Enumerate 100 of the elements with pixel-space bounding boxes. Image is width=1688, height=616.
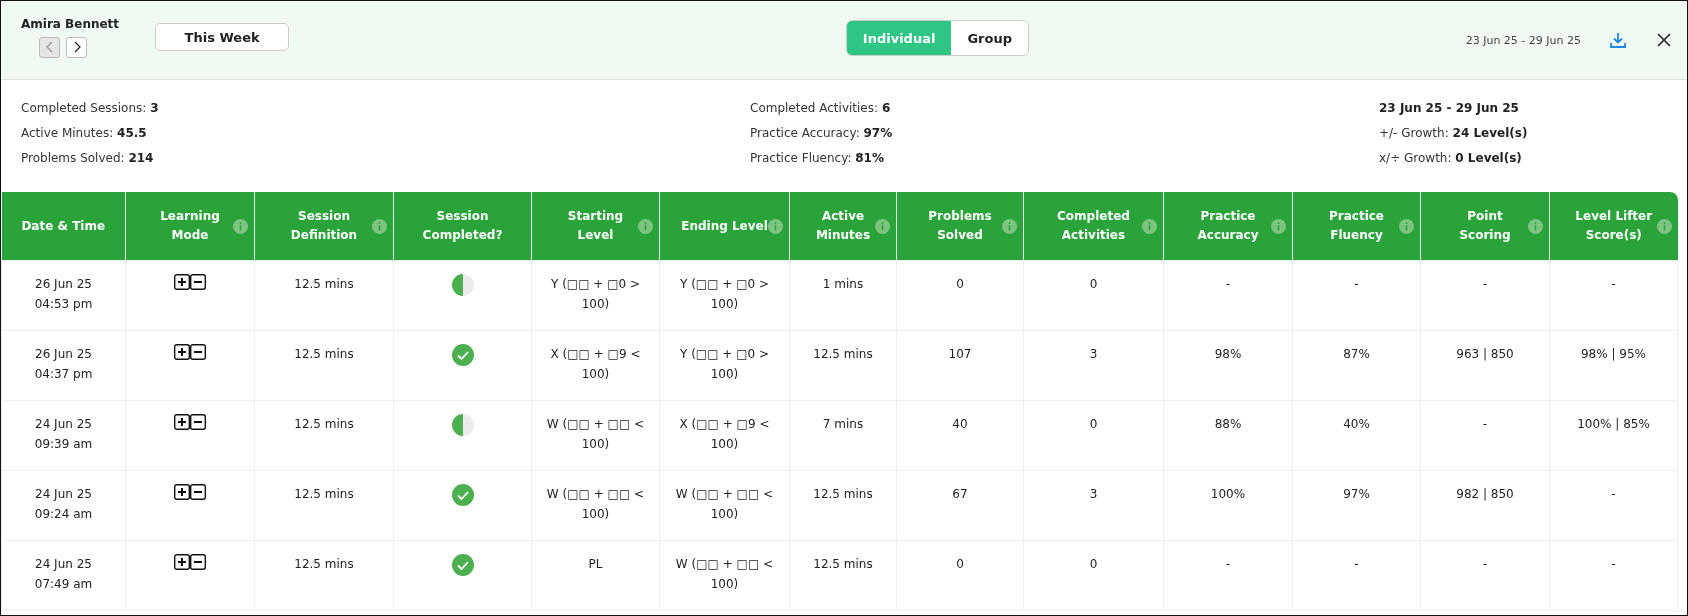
student-name: Amira Bennett: [21, 16, 120, 31]
table-cell-text: -: [1482, 556, 1488, 573]
plus-minus-icon: [174, 484, 206, 500]
column-header: Practice Fluency: [1292, 192, 1421, 261]
info-icon[interactable]: [1528, 218, 1543, 234]
column-header: Point Scoring: [1420, 192, 1550, 261]
next-button[interactable]: [66, 36, 87, 58]
table-cell-text: Y (□□ + □0 > 100): [679, 346, 770, 383]
info-icon[interactable]: [1142, 218, 1157, 234]
table-cell-text: 12.5 mins: [294, 416, 354, 433]
info-icon[interactable]: [638, 218, 653, 234]
table-cell-text: 3: [1089, 346, 1098, 363]
table-cell-text: X (□□ + □9 < 100): [549, 346, 642, 383]
summary-stat: Practice Accuracy: 97%: [750, 125, 894, 141]
table-cell-text: 982 | 850: [1456, 486, 1514, 503]
info-icon[interactable]: [875, 218, 890, 234]
info-icon[interactable]: [1656, 218, 1672, 234]
table-cell-text: 88%: [1214, 416, 1242, 433]
table-cell-text: 12.5 mins: [294, 486, 354, 503]
summary-stat: Completed Activities: 6: [750, 100, 892, 116]
summary-stat: +/- Growth: 24 Level(s): [1379, 125, 1529, 141]
column-header: Session Completed?: [393, 192, 532, 261]
info-icon[interactable]: [1002, 218, 1017, 234]
summary-stat: x/÷ Growth: 0 Level(s): [1379, 150, 1523, 166]
date-time-cell-text: 24 Jun 25 09:39 am: [34, 416, 93, 453]
table-cell-text: X (□□ + □9 < 100): [678, 416, 771, 453]
table-cell-text: 0: [956, 556, 964, 573]
summary-stat: 23 Jun 25 - 29 Jun 25: [1379, 100, 1520, 116]
info-icon[interactable]: [768, 218, 783, 234]
table-cell-text: -: [1225, 276, 1231, 293]
table-cell-text: 98%: [1214, 346, 1242, 363]
plus-minus-icon: [174, 274, 206, 290]
table-cell-text: 0: [1089, 556, 1098, 573]
info-icon[interactable]: [233, 218, 248, 234]
table-cell-text: 100% | 85%: [1577, 416, 1650, 433]
table-cell-text: 107: [948, 346, 972, 363]
table-cell-text: 0: [1089, 416, 1098, 433]
column-header: Session Definition: [254, 192, 394, 261]
column-header: Ending Level: [659, 192, 790, 261]
table-cell-text: -: [1482, 276, 1488, 293]
download-icon[interactable]: [1609, 31, 1627, 49]
table-cell-text: W (□□ + □□ < 100): [674, 556, 775, 593]
date-time-cell-text: 24 Jun 25 07:49 am: [34, 556, 93, 593]
table-cell-text: 12.5 mins: [813, 346, 873, 363]
plus-minus-icon: [174, 344, 206, 360]
plus-minus-icon: [174, 414, 206, 430]
table-cell-text: 963 | 850: [1456, 346, 1514, 363]
column-header: Date & Time: [1, 192, 126, 261]
table-cell-text: 40%: [1343, 416, 1370, 433]
view-tab[interactable]: Group: [951, 21, 1028, 55]
table-cell-text: 12.5 mins: [813, 486, 873, 503]
table-cell-text: 12.5 mins: [813, 556, 873, 573]
table-cell-text: -: [1482, 416, 1488, 433]
column-header: Problems Solved: [896, 192, 1024, 261]
table-cell-text: 40: [952, 416, 968, 433]
table-cell-text: W (□□ + □□ < 100): [545, 486, 646, 523]
table-cell-text: 97%: [1343, 486, 1370, 503]
table-cell-text: W (□□ + □□ < 100): [545, 416, 646, 453]
summary-stat: Active Minutes: 45.5: [21, 125, 148, 141]
table-cell-text: Y (□□ + □0 > 100): [550, 276, 641, 313]
table-cell-text: 87%: [1343, 346, 1370, 363]
table-cell-text: 1 mins: [822, 276, 864, 293]
period-button[interactable]: This Week: [155, 23, 290, 51]
table-cell-text: 12.5 mins: [294, 556, 354, 573]
table-cell-text: W (□□ + □□ < 100): [674, 486, 775, 523]
plus-minus-icon: [174, 554, 206, 570]
table-cell-text: 7 mins: [822, 416, 864, 433]
table-cell-text: Y (□□ + □0 > 100): [679, 276, 770, 313]
table-cell-text: 100%: [1210, 486, 1246, 503]
summary-stat: Problems Solved: 214: [21, 150, 155, 166]
column-header: Learning Mode: [125, 192, 255, 261]
table-cell-text: 0: [1089, 276, 1098, 293]
table-cell-text: -: [1611, 486, 1616, 503]
summary-stat: Completed Sessions: 3: [21, 100, 160, 116]
summary-stat: Practice Fluency: 81%: [750, 150, 885, 166]
date-time-cell-text: 26 Jun 25 04:37 pm: [34, 346, 93, 383]
table-cell-text: 0: [956, 276, 964, 293]
column-header: Active Minutes: [789, 192, 897, 261]
info-icon[interactable]: [372, 218, 387, 234]
date-range: 23 Jun 25 - 29 Jun 25: [1465, 33, 1581, 47]
info-icon[interactable]: [1271, 218, 1286, 234]
table-cell-text: PL: [588, 556, 603, 573]
date-time-cell-text: 24 Jun 25 09:24 am: [34, 486, 93, 523]
table-cell-text: 3: [1089, 486, 1098, 503]
info-icon[interactable]: [1399, 218, 1414, 234]
chevron-left-icon: [44, 41, 55, 53]
table-cell-text: 12.5 mins: [294, 346, 354, 363]
table-cell-text: 12.5 mins: [294, 276, 354, 293]
table-cell-text: -: [1611, 276, 1616, 293]
table-cell-text: -: [1225, 556, 1231, 573]
column-header: Practice Accuracy: [1163, 192, 1293, 261]
close-icon[interactable]: [1657, 33, 1671, 47]
table-cell-text: -: [1611, 556, 1616, 573]
column-header: Completed Activities: [1023, 192, 1164, 261]
date-time-cell-text: 26 Jun 25 04:53 pm: [34, 276, 93, 313]
table-cell-text: 98% | 95%: [1581, 346, 1646, 363]
column-header: Starting Level: [531, 192, 660, 261]
table-cell-text: 67: [952, 486, 968, 503]
table-cell-text: -: [1354, 556, 1359, 573]
column-header: Level Lifter Score(s): [1549, 192, 1678, 261]
